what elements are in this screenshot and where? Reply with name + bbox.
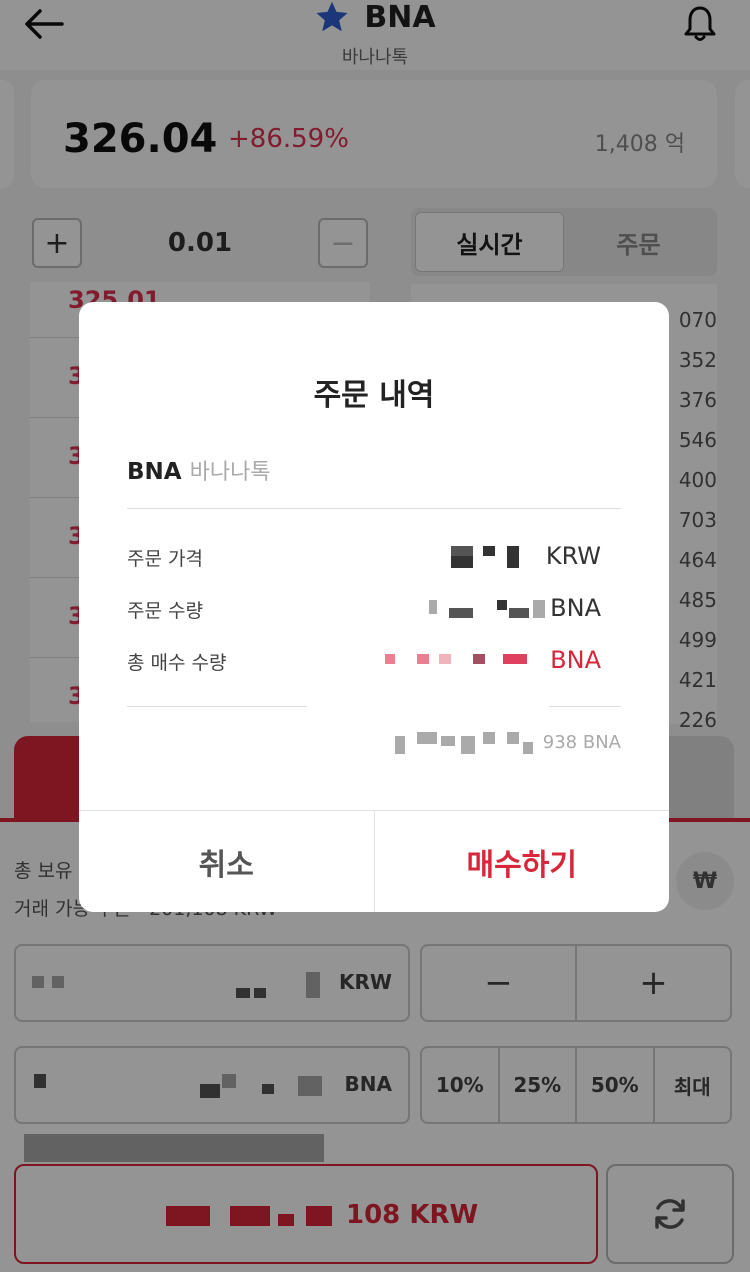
order-price-label: 주문 가격 bbox=[127, 548, 203, 570]
total-quantity-label: 총 매수 수량 bbox=[127, 652, 227, 674]
total-quantity-unit: BNA bbox=[550, 646, 601, 674]
order-confirm-dialog: 주문 내역 BNA 바나나톡 주문 가격 KRW 주문 수량 BNA 총 매수 수… bbox=[79, 302, 669, 912]
confirm-buy-button[interactable]: 매수하기 bbox=[375, 811, 670, 912]
dialog-title: 주문 내역 bbox=[313, 378, 435, 413]
cancel-button[interactable]: 취소 bbox=[79, 811, 375, 912]
order-quantity-label: 주문 수량 bbox=[127, 600, 203, 622]
divider bbox=[549, 706, 621, 707]
order-quantity-unit: BNA bbox=[550, 594, 601, 622]
dialog-footnote: 938 BNA bbox=[542, 732, 621, 753]
dialog-actions: 취소 매수하기 bbox=[79, 810, 669, 912]
order-price-unit: KRW bbox=[545, 542, 601, 570]
divider bbox=[127, 706, 307, 707]
divider bbox=[127, 508, 621, 509]
dialog-coin-name: 바나나톡 bbox=[189, 460, 271, 485]
dialog-coin: BNA 바나나톡 bbox=[127, 454, 271, 486]
dialog-coin-symbol: BNA bbox=[127, 459, 182, 485]
